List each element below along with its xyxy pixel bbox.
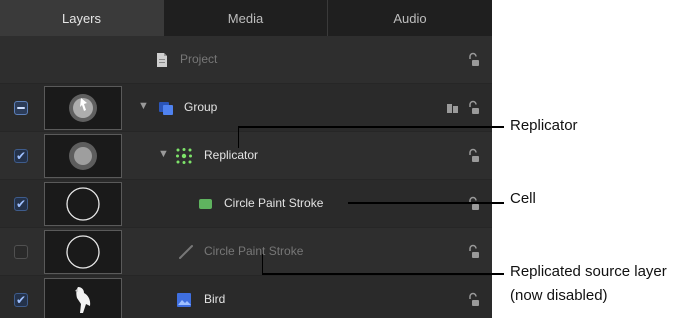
source-enable-checkbox[interactable] (14, 245, 28, 259)
callout-line-source (262, 273, 504, 275)
project-document-icon (154, 52, 170, 68)
layers-panel: Layers Media Audio Project ▼ Group ✔ ▼ R… (0, 0, 492, 318)
lock-icon[interactable] (466, 52, 480, 68)
layers-list: Project ▼ Group ✔ ▼ Replicator ✔ Circle … (0, 36, 492, 318)
lock-icon[interactable] (466, 148, 480, 164)
panel-tabs: Layers Media Audio (0, 0, 492, 36)
group-stack-icon[interactable] (446, 100, 460, 116)
group-icon (158, 100, 174, 116)
replicator-enable-checkbox[interactable]: ✔ (14, 149, 28, 163)
paint-stroke-icon (178, 244, 194, 260)
layer-row-cell[interactable]: ✔ Circle Paint Stroke (0, 180, 492, 228)
callout-line-replicator-vertical (238, 126, 239, 148)
layer-row-replicator[interactable]: ✔ ▼ Replicator (0, 132, 492, 180)
cell-thumbnail (44, 182, 122, 226)
callout-replicator: Replicator (510, 117, 578, 134)
layer-label: Group (184, 100, 218, 114)
layer-label: Replicator (204, 148, 259, 162)
layer-row-group[interactable]: ▼ Group (0, 84, 492, 132)
group-thumbnail (44, 86, 122, 130)
cell-enable-checkbox[interactable]: ✔ (14, 197, 28, 211)
tab-media[interactable]: Media (164, 0, 328, 36)
layer-row-bird[interactable]: ✔ Bird (0, 276, 492, 318)
lock-icon[interactable] (466, 196, 480, 212)
lock-icon[interactable] (466, 100, 480, 116)
replicator-thumbnail (44, 134, 122, 178)
tab-audio[interactable]: Audio (328, 0, 492, 36)
lock-icon[interactable] (466, 292, 480, 308)
bird-thumbnail (44, 278, 122, 318)
cell-icon (198, 196, 214, 212)
image-layer-icon (176, 292, 192, 308)
layer-label: Bird (204, 292, 226, 306)
replicator-icon (176, 148, 192, 164)
layer-label: Circle Paint Stroke (204, 244, 304, 258)
disclosure-triangle-icon[interactable]: ▼ (158, 148, 169, 160)
callout-source-line2: (now disabled) (510, 287, 608, 304)
tab-layers[interactable]: Layers (0, 0, 164, 36)
disclosure-triangle-icon[interactable]: ▼ (138, 100, 149, 112)
callout-line-source-vertical (262, 254, 263, 274)
callout-line-replicator (238, 126, 504, 128)
layer-row-project[interactable]: Project (0, 36, 492, 84)
callout-source-line1: Replicated source layer (510, 263, 667, 280)
bird-enable-checkbox[interactable]: ✔ (14, 293, 28, 307)
group-enable-checkbox[interactable] (14, 101, 28, 115)
layer-label: Project (180, 52, 218, 66)
callout-line-cell (348, 202, 504, 204)
callout-cell: Cell (510, 190, 536, 207)
source-thumbnail (44, 230, 122, 274)
layer-row-source[interactable]: Circle Paint Stroke (0, 228, 492, 276)
layer-label: Circle Paint Stroke (224, 196, 324, 210)
lock-icon[interactable] (466, 244, 480, 260)
